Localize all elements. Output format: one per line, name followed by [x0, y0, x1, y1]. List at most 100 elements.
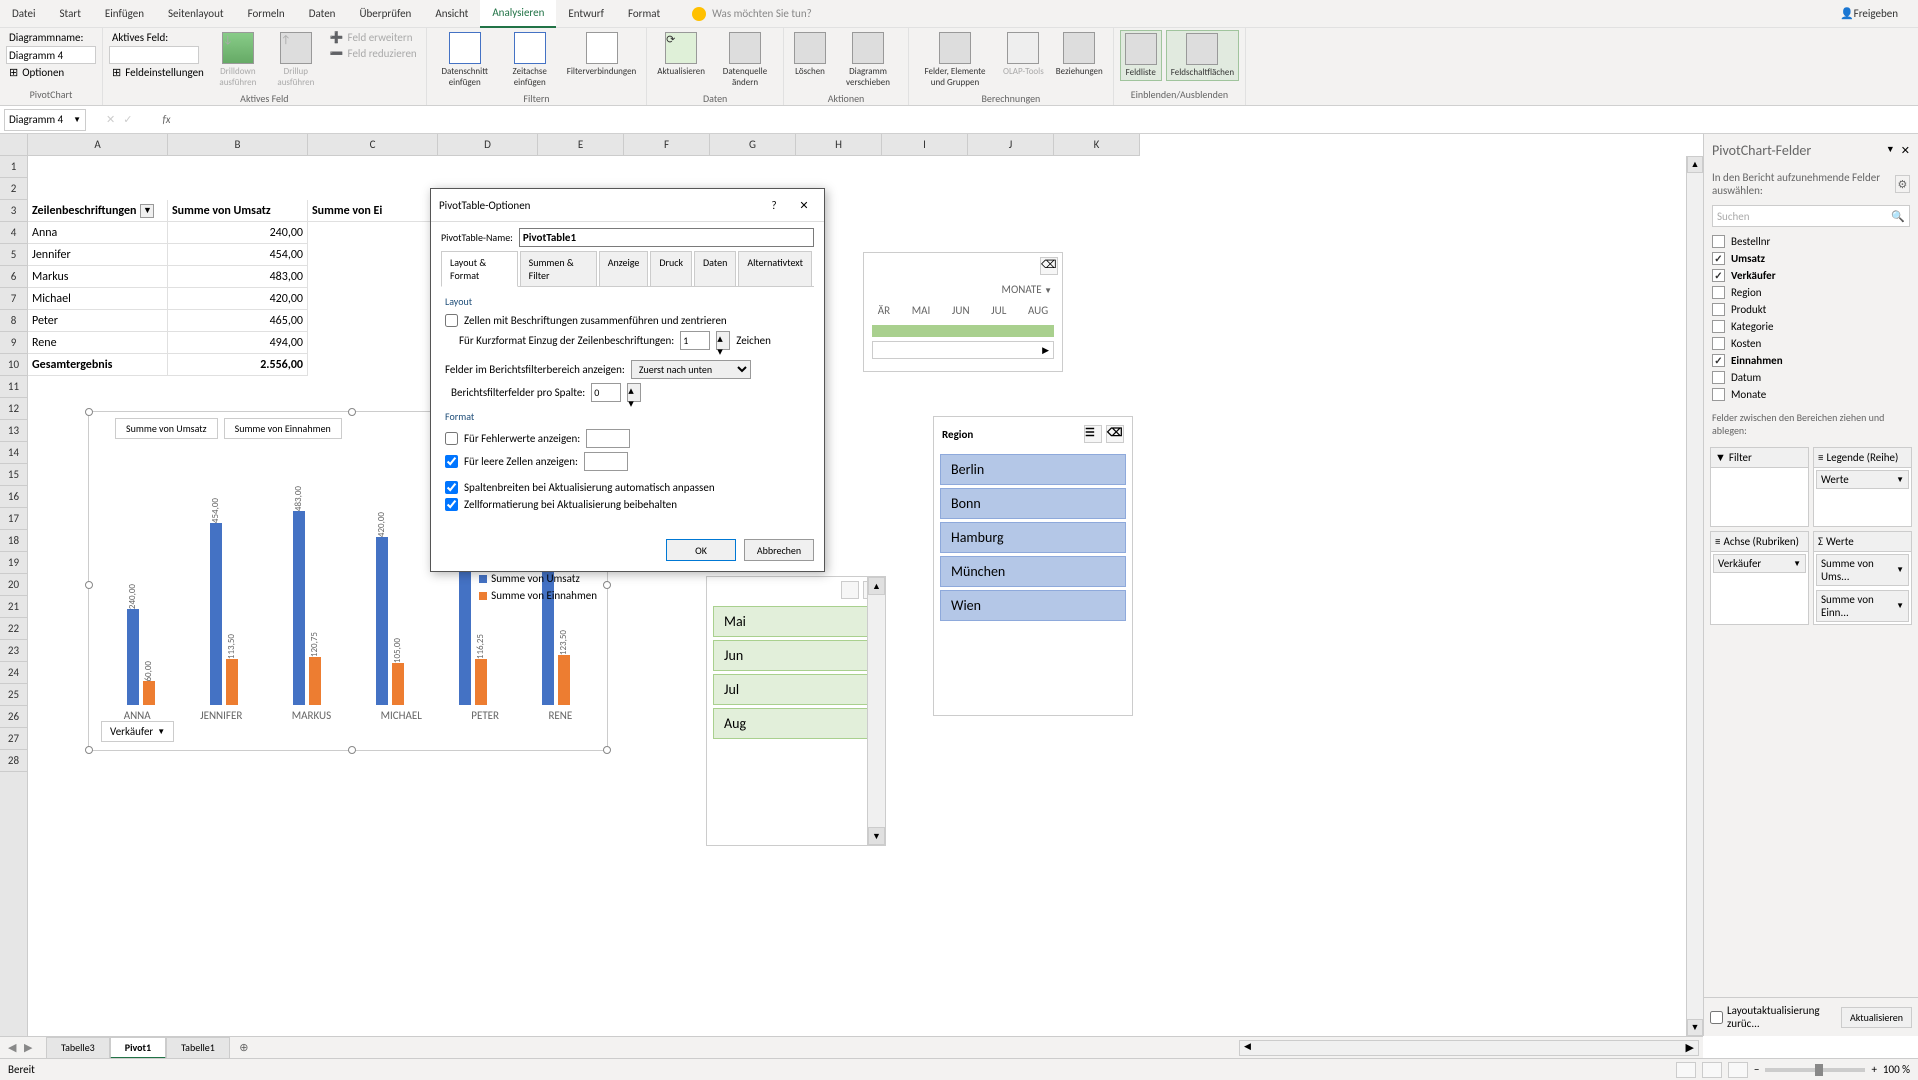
cell[interactable]: 420,00 [168, 288, 308, 310]
value-item[interactable]: Summe von Einn...▼ [1816, 590, 1909, 622]
slicer-item[interactable]: Aug [713, 708, 879, 739]
multi-select-icon[interactable]: ☰ [1084, 425, 1102, 443]
bar[interactable] [309, 657, 321, 705]
clear-filter-icon[interactable]: ⌫ [1040, 257, 1058, 275]
sheet-nav-prev[interactable]: ◀ [8, 1041, 22, 1055]
chart-value-button[interactable]: Summe von Einnahmen [224, 418, 342, 439]
refresh-button[interactable]: ⟳Aktualisieren [653, 30, 709, 79]
dropdown-icon[interactable]: ▼ [1896, 475, 1904, 485]
normal-view-button[interactable] [1676, 1062, 1696, 1078]
zoom-slider[interactable] [1765, 1068, 1865, 1072]
scroll-up-button[interactable]: ▲ [1687, 156, 1703, 173]
region-slicer[interactable]: Region ☰⌫ BerlinBonnHamburgMünchenWien [933, 416, 1133, 716]
tab-formeln[interactable]: Formeln [236, 0, 297, 28]
pivottable-name-input[interactable] [519, 228, 814, 247]
update-button[interactable]: Aktualisieren [1841, 1007, 1912, 1028]
zoom-thumb[interactable] [1815, 1064, 1823, 1076]
indent-spinner[interactable]: ▴▾ [716, 331, 730, 350]
dialog-tab[interactable]: Layout & Format [441, 251, 518, 287]
page-break-button[interactable] [1728, 1062, 1748, 1078]
field-buttons-button[interactable]: Feldschaltflächen [1166, 30, 1239, 81]
field-item[interactable]: Bestellnr [1712, 233, 1910, 250]
field-item[interactable]: Verkäufer [1712, 267, 1910, 284]
dropdown-icon[interactable]: ▼ [1044, 286, 1052, 296]
bar[interactable] [127, 609, 139, 705]
bar[interactable] [226, 659, 238, 705]
month-slicer[interactable]: MaiJunJulAug ▲ ▼ [706, 576, 886, 846]
help-button[interactable]: ? [762, 195, 786, 215]
horizontal-scrollbar[interactable]: ◀▶ [1239, 1040, 1699, 1056]
zoom-level[interactable]: 100 % [1883, 1063, 1910, 1076]
dropdown-icon[interactable]: ▼ [1896, 565, 1904, 575]
error-values-checkbox[interactable] [445, 432, 458, 445]
row-header[interactable]: 16 [0, 486, 27, 508]
column-header[interactable]: H [796, 134, 882, 155]
row-header[interactable]: 23 [0, 640, 27, 662]
field-item[interactable]: Kosten [1712, 335, 1910, 352]
vertical-scrollbar[interactable]: ▲ ▼ [1686, 156, 1703, 1036]
dialog-tab[interactable]: Alternativtext [738, 251, 812, 286]
field-checkbox[interactable] [1712, 388, 1725, 401]
cell[interactable]: Jennifer [28, 244, 168, 266]
tab-entwurf[interactable]: Entwurf [556, 0, 616, 28]
field-search-input[interactable]: Suchen🔍 [1712, 205, 1910, 227]
cell[interactable]: Markus [28, 266, 168, 288]
datasource-button[interactable]: Datenquelle ändern [713, 30, 777, 90]
row-header[interactable]: 2 [0, 178, 27, 200]
resize-handle[interactable] [85, 408, 93, 416]
clear-button[interactable]: Löschen [790, 30, 830, 79]
chart-name-input[interactable] [6, 46, 96, 64]
timeline-scrollbar[interactable]: ▶ [872, 341, 1054, 359]
timeline-unit-label[interactable]: MONATE [1002, 283, 1042, 296]
cell[interactable]: Gesamtergebnis [28, 354, 168, 376]
field-checkbox[interactable] [1712, 354, 1725, 367]
column-header[interactable]: D [438, 134, 538, 155]
row-header[interactable]: 19 [0, 552, 27, 574]
dropdown-icon[interactable]: ▼ [1896, 601, 1904, 611]
slicer-item[interactable]: Jul [713, 674, 879, 705]
row-header[interactable]: 18 [0, 530, 27, 552]
tab-ansicht[interactable]: Ansicht [423, 0, 480, 28]
field-checkbox[interactable] [1712, 269, 1725, 282]
timeline-month[interactable]: AUG [1028, 304, 1048, 317]
dialog-tab[interactable]: Druck [650, 251, 692, 286]
name-box-dropdown-icon[interactable]: ▼ [73, 115, 81, 125]
field-checkbox[interactable] [1712, 286, 1725, 299]
defer-layout-checkbox[interactable]: Layoutaktualisierung zurüc... [1710, 1004, 1841, 1030]
chart-value-button[interactable]: Summe von Umsatz [115, 418, 218, 439]
row-header[interactable]: 7 [0, 288, 27, 310]
row-header[interactable]: 4 [0, 222, 27, 244]
autofit-checkbox[interactable] [445, 481, 458, 494]
dropdown-icon[interactable]: ▼ [1793, 559, 1801, 569]
sheet-tab[interactable]: Tabelle3 [46, 1037, 110, 1059]
fx-icon[interactable]: fx [162, 113, 170, 126]
name-box[interactable]: Diagramm 4▼ [4, 109, 86, 131]
timeline-range-bar[interactable] [872, 325, 1054, 337]
row-header[interactable]: 1 [0, 156, 27, 178]
row-header[interactable]: 10 [0, 354, 27, 376]
row-header[interactable]: 25 [0, 684, 27, 706]
indent-input[interactable] [680, 331, 710, 350]
column-header[interactable]: F [624, 134, 710, 155]
cell[interactable]: 465,00 [168, 310, 308, 332]
merge-cells-checkbox[interactable] [445, 314, 458, 327]
cell[interactable]: Peter [28, 310, 168, 332]
column-header[interactable]: G [710, 134, 796, 155]
select-all-corner[interactable] [0, 134, 28, 156]
cell[interactable]: 483,00 [168, 266, 308, 288]
filter-order-select[interactable]: Zuerst nach unten [631, 360, 751, 379]
scroll-down-button[interactable]: ▼ [868, 827, 885, 845]
value-item[interactable]: Summe von Ums...▼ [1816, 554, 1909, 586]
timeline-month[interactable]: ÄR [878, 304, 890, 317]
fields-items-button[interactable]: Felder, Elemente und Gruppen [915, 30, 995, 90]
row-header[interactable]: 12 [0, 398, 27, 420]
row-header[interactable]: 26 [0, 706, 27, 728]
field-checkbox[interactable] [1712, 235, 1725, 248]
scroll-down-button[interactable]: ▼ [1687, 1019, 1703, 1036]
tab-analysieren[interactable]: Analysieren [480, 0, 556, 28]
resize-handle[interactable] [603, 746, 611, 754]
field-checkbox[interactable] [1712, 252, 1725, 265]
slicer-item[interactable]: Mai [713, 606, 879, 637]
bar[interactable] [210, 523, 222, 705]
cancel-button[interactable]: Abbrechen [744, 539, 814, 561]
